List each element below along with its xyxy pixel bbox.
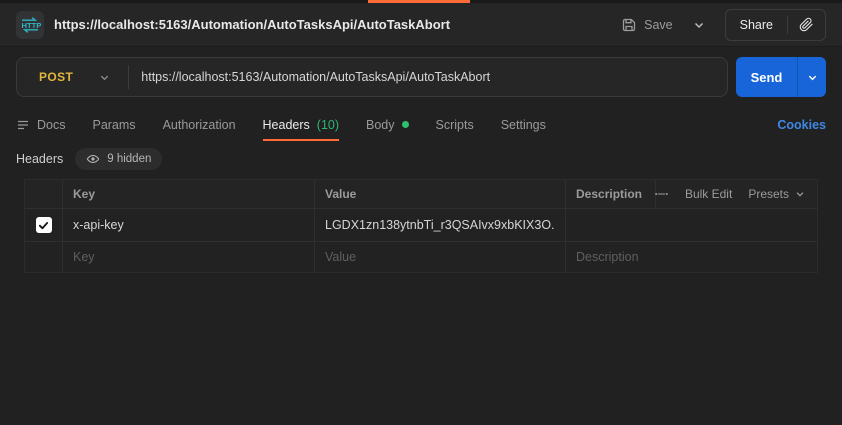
paperclip-icon (799, 17, 814, 32)
headers-section-title: Headers (16, 152, 64, 166)
method-label: POST (39, 70, 74, 84)
description-cell-empty[interactable]: Description (566, 242, 817, 272)
method-chevron-icon (99, 72, 110, 83)
tab-docs[interactable]: Docs (16, 108, 65, 141)
presets-chevron-icon (795, 189, 805, 199)
save-options-chevron[interactable] (689, 15, 709, 35)
request-title: https://localhost:5163/Automation/AutoTa… (54, 17, 451, 32)
description-cell[interactable] (566, 209, 817, 241)
tab-params[interactable]: Params (92, 108, 135, 141)
svg-text:HTTP: HTTP (22, 20, 42, 29)
request-url-row: POST https://localhost:5163/Automation/A… (16, 57, 826, 97)
table-row-new: Key Value Description (25, 242, 817, 273)
cookies-link[interactable]: Cookies (777, 108, 826, 141)
hidden-headers-badge[interactable]: 9 hidden (75, 148, 163, 170)
column-header-value: Value (315, 180, 566, 208)
tab-settings[interactable]: Settings (501, 108, 546, 141)
column-header-description: Description (566, 180, 656, 208)
value-cell-empty[interactable]: Value (315, 242, 566, 272)
body-modified-dot (401, 121, 409, 128)
hidden-count-label: 9 hidden (107, 153, 152, 165)
tab-authorization[interactable]: Authorization (163, 108, 236, 141)
row-checkbox-cell (25, 242, 63, 272)
http-request-icon: HTTP (16, 10, 44, 39)
share-button-group: Share (724, 8, 826, 41)
row-checkbox-cell (25, 209, 63, 241)
request-url-box: POST https://localhost:5163/Automation/A… (16, 57, 728, 97)
tab-scripts[interactable]: Scripts (436, 108, 474, 141)
column-header-key: Key (63, 180, 315, 208)
tab-headers[interactable]: Headers (10) (262, 108, 340, 141)
tab-body[interactable]: Body (366, 108, 409, 141)
url-input[interactable]: https://localhost:5163/Automation/AutoTa… (141, 70, 490, 84)
topbar-actions: Save Share (619, 8, 826, 41)
key-cell-empty[interactable]: Key (63, 242, 315, 272)
table-row: x-api-key LGDX1zn138ytnbTi_r3QSAIvx9xbKI… (25, 209, 817, 242)
save-label: Save (644, 17, 673, 32)
table-actions: Bulk Edit Presets (654, 180, 817, 208)
headers-count: (10) (316, 117, 340, 132)
method-select[interactable]: POST (17, 70, 128, 84)
save-button[interactable]: Save (619, 13, 675, 37)
presets-button[interactable]: Presets (748, 187, 805, 201)
headers-section-bar: Headers 9 hidden (16, 148, 163, 170)
toggle-columns-icon[interactable] (654, 189, 669, 199)
key-cell[interactable]: x-api-key (63, 209, 315, 241)
docs-icon (16, 118, 30, 132)
row-checkbox[interactable] (35, 217, 52, 233)
eye-icon (86, 152, 100, 166)
method-url-divider (128, 65, 130, 89)
request-title-bar: HTTP https://localhost:5163/Automation/A… (0, 3, 842, 47)
headers-table: Key Value Description Bulk Edit Presets (24, 179, 818, 273)
request-tabs: Docs Params Authorization Headers (10) B… (0, 108, 842, 141)
send-button-group: Send (736, 57, 826, 97)
share-label: Share (739, 17, 773, 32)
save-icon (621, 17, 637, 33)
share-button[interactable]: Share (726, 10, 787, 40)
send-button[interactable]: Send (736, 57, 798, 97)
send-options-chevron[interactable] (798, 57, 826, 97)
copy-link-button[interactable] (788, 10, 825, 40)
table-header-row: Key Value Description Bulk Edit Presets (25, 180, 817, 209)
value-cell[interactable]: LGDX1zn138ytnbTi_r3QSAIvx9xbKIX3O... (315, 209, 566, 241)
bulk-edit-button[interactable]: Bulk Edit (685, 187, 732, 201)
select-all-cell (25, 180, 63, 208)
